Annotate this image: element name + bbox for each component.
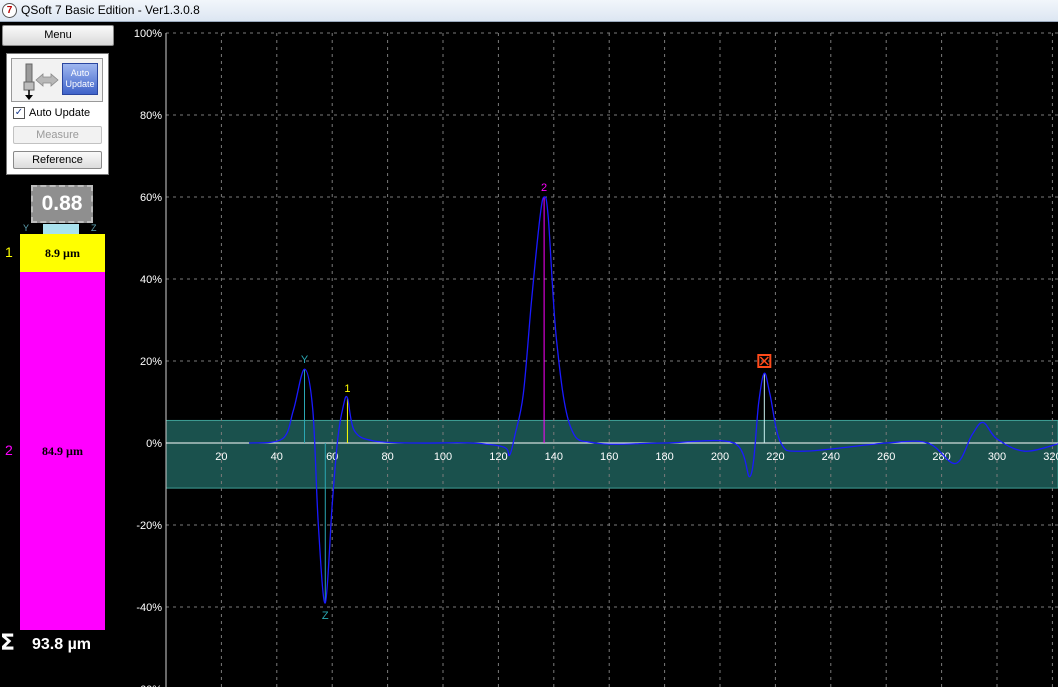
x-tick-label: 220	[766, 451, 784, 463]
x-tick-label: 40	[271, 451, 283, 463]
x-tick-label: 120	[489, 451, 507, 463]
y-tick-label: 100%	[134, 28, 162, 40]
x-tick-label: 320	[1043, 451, 1058, 463]
x-tick-label: 140	[545, 451, 563, 463]
y-tick-label: -20%	[136, 520, 162, 532]
y-tick-label: 0%	[146, 438, 162, 450]
marker-label-2: 2	[541, 182, 547, 194]
y-tick-label: 80%	[140, 110, 162, 122]
measurement-chart[interactable]: 100%80%60%40%20%0%-20%-40%-60%2040608010…	[0, 0, 1058, 687]
x-tick-label: 80	[381, 451, 393, 463]
x-tick-label: 180	[655, 451, 673, 463]
y-tick-label: 40%	[140, 274, 162, 286]
marker-label-1: 1	[344, 383, 350, 395]
x-tick-label: 300	[988, 451, 1006, 463]
x-tick-label: 260	[877, 451, 895, 463]
signal-line	[249, 196, 1058, 604]
y-tick-label: -40%	[136, 602, 162, 614]
x-tick-label: 100	[434, 451, 452, 463]
y-tick-label: 20%	[140, 356, 162, 368]
x-tick-label: 160	[600, 451, 618, 463]
y-tick-label: 60%	[140, 192, 162, 204]
x-tick-label: 20	[215, 451, 227, 463]
marker-label-y: Y	[301, 354, 309, 366]
marker-label-z: Z	[322, 610, 329, 622]
x-tick-label: 200	[711, 451, 729, 463]
x-tick-label: 240	[822, 451, 840, 463]
